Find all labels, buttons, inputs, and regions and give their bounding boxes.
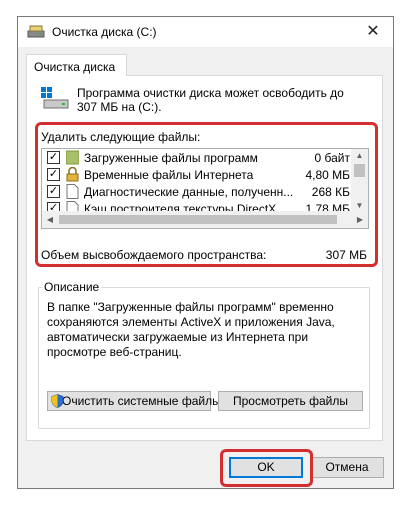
highlight-box-files bbox=[35, 122, 378, 267]
window-title: Очистка диска (C:) bbox=[52, 25, 157, 39]
cleanup-system-files-label: Очистить системные файлы bbox=[62, 394, 221, 408]
description-group: Описание В папке "Загруженные файлы прог… bbox=[38, 280, 370, 430]
description-text: В папке "Загруженные файлы программ" вре… bbox=[47, 300, 335, 359]
close-icon[interactable]: ✕ bbox=[353, 17, 393, 47]
title-bar[interactable]: Очистка диска (C:) ✕ bbox=[18, 17, 393, 47]
tab-disk-cleanup[interactable]: Очистка диска bbox=[26, 54, 127, 76]
highlight-box-ok bbox=[220, 449, 313, 487]
hard-drive-icon bbox=[41, 87, 69, 112]
disk-cleanup-window: Очистка диска (C:) ✕ Очистка диска Прогр… bbox=[17, 16, 394, 489]
description-legend: Описание bbox=[42, 280, 102, 294]
intro-text: Программа очистки диска может освободить… bbox=[77, 86, 344, 114]
disk-cleanup-app-icon bbox=[27, 25, 45, 42]
view-files-button[interactable]: Просмотреть файлы bbox=[218, 391, 363, 411]
cleanup-system-files-button[interactable]: Очистить системные файлы bbox=[47, 391, 221, 413]
uac-shield-icon bbox=[51, 394, 64, 413]
cancel-button[interactable]: Отмена bbox=[310, 457, 384, 478]
